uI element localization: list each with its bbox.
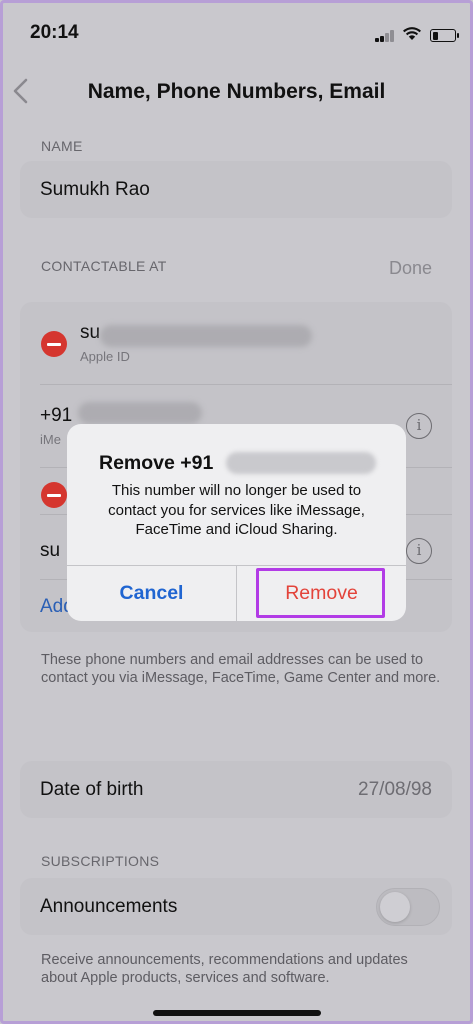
contact-footnote: These phone numbers and email addresses … bbox=[41, 652, 441, 686]
contact-section-header: CONTACTABLE AT bbox=[41, 258, 167, 274]
subscriptions-header: SUBSCRIPTIONS bbox=[41, 853, 160, 869]
contact-row-2-sub: iMe bbox=[40, 432, 61, 447]
signal-icon bbox=[375, 30, 395, 42]
info-icon[interactable]: i bbox=[406, 413, 432, 439]
page-title: Name, Phone Numbers, Email bbox=[87, 80, 386, 103]
birth-value: 27/08/98 bbox=[358, 779, 432, 800]
alert-message: This number will no longer be used to co… bbox=[108, 482, 365, 538]
birth-label: Date of birth bbox=[40, 779, 144, 800]
contact-row-2-prefix: +91 bbox=[40, 405, 73, 426]
birth-row[interactable]: Date of birth 27/08/98 bbox=[20, 761, 452, 818]
redacted-phone bbox=[78, 402, 202, 424]
contact-row-1-sub: Apple ID bbox=[80, 349, 130, 364]
row-divider bbox=[40, 384, 452, 385]
name-section-header: NAME bbox=[41, 138, 83, 154]
done-button[interactable]: Done bbox=[389, 258, 432, 279]
contact-row-4-prefix: su bbox=[40, 540, 61, 561]
info-icon[interactable]: i bbox=[406, 538, 432, 564]
subscriptions-footnote: Receive announcements, recommendations a… bbox=[41, 952, 408, 986]
toggle-knob bbox=[380, 892, 410, 922]
minus-circle-icon[interactable] bbox=[41, 331, 67, 357]
redacted-email bbox=[100, 325, 312, 347]
announcements-label: Announcements bbox=[40, 896, 178, 917]
home-indicator bbox=[153, 1010, 321, 1016]
announcements-toggle[interactable] bbox=[376, 888, 440, 926]
status-bar: 20:14 bbox=[0, 0, 473, 64]
contact-row-1-prefix: su bbox=[80, 322, 101, 343]
alert-title: Remove +91 bbox=[99, 452, 214, 474]
battery-icon bbox=[430, 29, 459, 42]
remove-button-highlight bbox=[256, 568, 385, 618]
status-time: 20:14 bbox=[30, 22, 79, 43]
cancel-button[interactable]: Cancel bbox=[67, 565, 236, 621]
name-field[interactable]: Sumukh Rao bbox=[20, 161, 452, 218]
wifi-icon bbox=[403, 27, 421, 40]
name-value: Sumukh Rao bbox=[40, 179, 150, 200]
redacted-phone bbox=[226, 452, 376, 474]
minus-circle-icon[interactable] bbox=[41, 482, 67, 508]
